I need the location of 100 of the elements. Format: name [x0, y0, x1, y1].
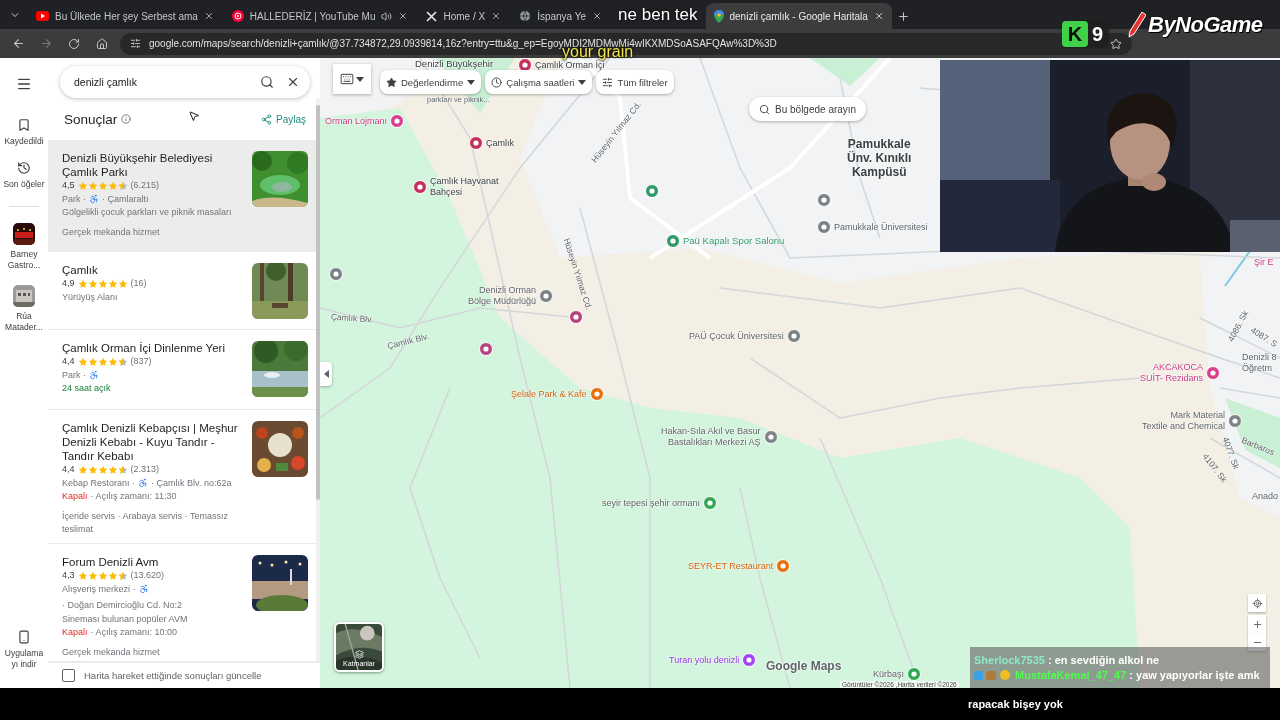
opening-time: · Açılış zamanı: 11:30 [90, 490, 177, 503]
service-options: Gerçek mekanda hizmet [62, 225, 160, 239]
my-location-button[interactable] [1248, 594, 1266, 612]
place-label: SEYR-ET Restaurant [688, 560, 774, 572]
checkbox-label: Harita hareket ettiğinde sonuçları güncelle [84, 670, 262, 681]
share-icon [261, 113, 272, 125]
site-info-icon[interactable] [130, 38, 141, 49]
close-icon[interactable] [873, 11, 884, 21]
place-label: Kürbaşı [873, 668, 905, 680]
place-label: Orman Lojmanı [325, 115, 388, 127]
speaker-icon[interactable] [381, 10, 393, 22]
review-count: (837) [130, 355, 152, 368]
close-icon[interactable] [491, 11, 502, 21]
scrollbar[interactable] [316, 105, 320, 500]
place-label: Şir E [1254, 257, 1274, 268]
result-card[interactable]: Denizli Büyükşehir Belediyesi Çamlık Parkı 4,5 (6.215) Park · · Çamlaraltı Gölgelikli çocuk parkları ve piknik masaları Gerçek mekanda hizmet [48, 140, 316, 252]
star-icon [77, 570, 88, 581]
place-label: Çamlık [486, 137, 514, 149]
browser-tab[interactable]: denizli çamlık - Google Haritala [705, 3, 892, 29]
search-icon[interactable] [260, 75, 274, 89]
place-label: Çamlık Orman İçi [535, 59, 605, 71]
chat-badges-icon [974, 669, 1012, 681]
browser-tab[interactable]: HALLEDERİZ | YouTube Mu [223, 3, 417, 29]
opening-time: · Açılış zamanı: 10:00 [90, 626, 178, 639]
star-icon [97, 464, 108, 475]
results-title: Sonuçlar [64, 111, 118, 127]
bookmark-star-icon[interactable] [1110, 37, 1122, 50]
service-options: İçeride servis · Arabaya servis · Temassız teslimat [62, 509, 244, 537]
wheelchair-icon [89, 194, 99, 205]
recent-place-item[interactable]: Barney Gastro... [0, 219, 48, 275]
star-icon [107, 278, 118, 289]
chat-message: : yaw yapıyorlar işte amk [1129, 669, 1260, 681]
close-icon[interactable] [398, 11, 409, 21]
rail-item[interactable]: Kaydedildi [0, 114, 48, 151]
recent-place-item[interactable]: Rúa Matader... [0, 281, 48, 337]
street-label: Çamlık Blv. [330, 311, 374, 325]
chat-username: MustafaKemal_47_47 [1015, 669, 1127, 681]
checkbox[interactable] [62, 669, 75, 682]
review-count: (16) [130, 277, 147, 290]
search-field[interactable]: denizli çamlık [60, 66, 310, 98]
menu-icon [16, 76, 32, 92]
service-options: Gerçek mekanda hizmet [62, 645, 160, 659]
browser-tab[interactable]: Home / X [418, 3, 510, 29]
star-icon [87, 464, 98, 475]
home-icon [96, 37, 108, 50]
chat-username: Sherlock7535 [974, 654, 1045, 666]
place-description: Sineması bulunan popüler AVM [62, 612, 188, 626]
caret-icon [356, 76, 364, 82]
forward-arrow-icon [39, 37, 53, 50]
zoom-out-button[interactable] [1248, 633, 1266, 651]
place-name: Denizli Büyükşehir Belediyesi Çamlık Parkı [62, 151, 214, 179]
wheelchair-icon [138, 478, 149, 489]
phone-icon [17, 630, 31, 644]
bookmark-icon [17, 118, 31, 132]
layers-icon [354, 650, 364, 659]
star-icon [87, 356, 98, 367]
review-count: (13.620) [130, 569, 165, 582]
star-icon [77, 356, 88, 367]
info-icon[interactable] [121, 114, 132, 124]
open-status: 24 saat açık [62, 382, 111, 395]
star-icon [77, 180, 88, 191]
triangle-left-icon [323, 370, 329, 378]
half-star-icon [117, 570, 128, 581]
place-name: Çamlık Orman İçi Dinlenme Yeri [62, 341, 226, 355]
star-icon [97, 570, 108, 581]
place-label: Pamukkale Üniversitesi [834, 221, 928, 233]
subtitle-text: ne ben tek [618, 4, 698, 25]
x-logo-icon [426, 10, 438, 22]
browser-tab[interactable]: İspanya Ye [511, 3, 611, 29]
download-app-button[interactable]: Uygulamayı indir [0, 626, 48, 674]
star-icon [87, 180, 98, 191]
share-button[interactable]: Paylaş [261, 113, 306, 125]
half-star-icon [117, 356, 128, 367]
filter-chip[interactable]: Tüm filtreler [596, 70, 674, 94]
star-icon [97, 278, 108, 289]
star-icon [386, 76, 397, 88]
rail-item[interactable]: Son öğeler [0, 157, 48, 194]
place-label: Mark Material Textile and Chemical [1142, 410, 1226, 432]
star-icon [77, 464, 88, 475]
close-icon[interactable] [203, 11, 214, 21]
close-icon[interactable] [592, 11, 603, 21]
browser-tab[interactable]: Bu Ülkede Her şey Serbest ama [28, 3, 222, 29]
place-label: Denizli Orman Bölge Müdürlüğü [468, 285, 537, 307]
map-pin-icon [713, 9, 724, 23]
history-icon [17, 161, 31, 175]
place-address: · Çamlık Blv. no:62a [151, 476, 232, 490]
collapse-panel-button[interactable] [320, 362, 332, 386]
place-label: Turan yolu denizli [669, 654, 740, 666]
clock-icon [491, 76, 503, 88]
rating-value: 4,4 [62, 463, 75, 476]
place-label: Anado [1252, 491, 1279, 502]
star-icon [87, 278, 98, 289]
keyboard-button[interactable] [333, 64, 371, 94]
search-area-button[interactable]: Bu bölgede arayın [749, 97, 867, 121]
zoom-in-button[interactable] [1248, 615, 1266, 633]
star-icon [87, 570, 98, 581]
filter-chip[interactable]: Çalışma saatleri [485, 70, 593, 94]
caption-text: rapacak bişey yok [968, 698, 1063, 710]
close-icon[interactable] [286, 75, 300, 89]
filter-chip[interactable]: Değerlendirme [380, 70, 482, 94]
